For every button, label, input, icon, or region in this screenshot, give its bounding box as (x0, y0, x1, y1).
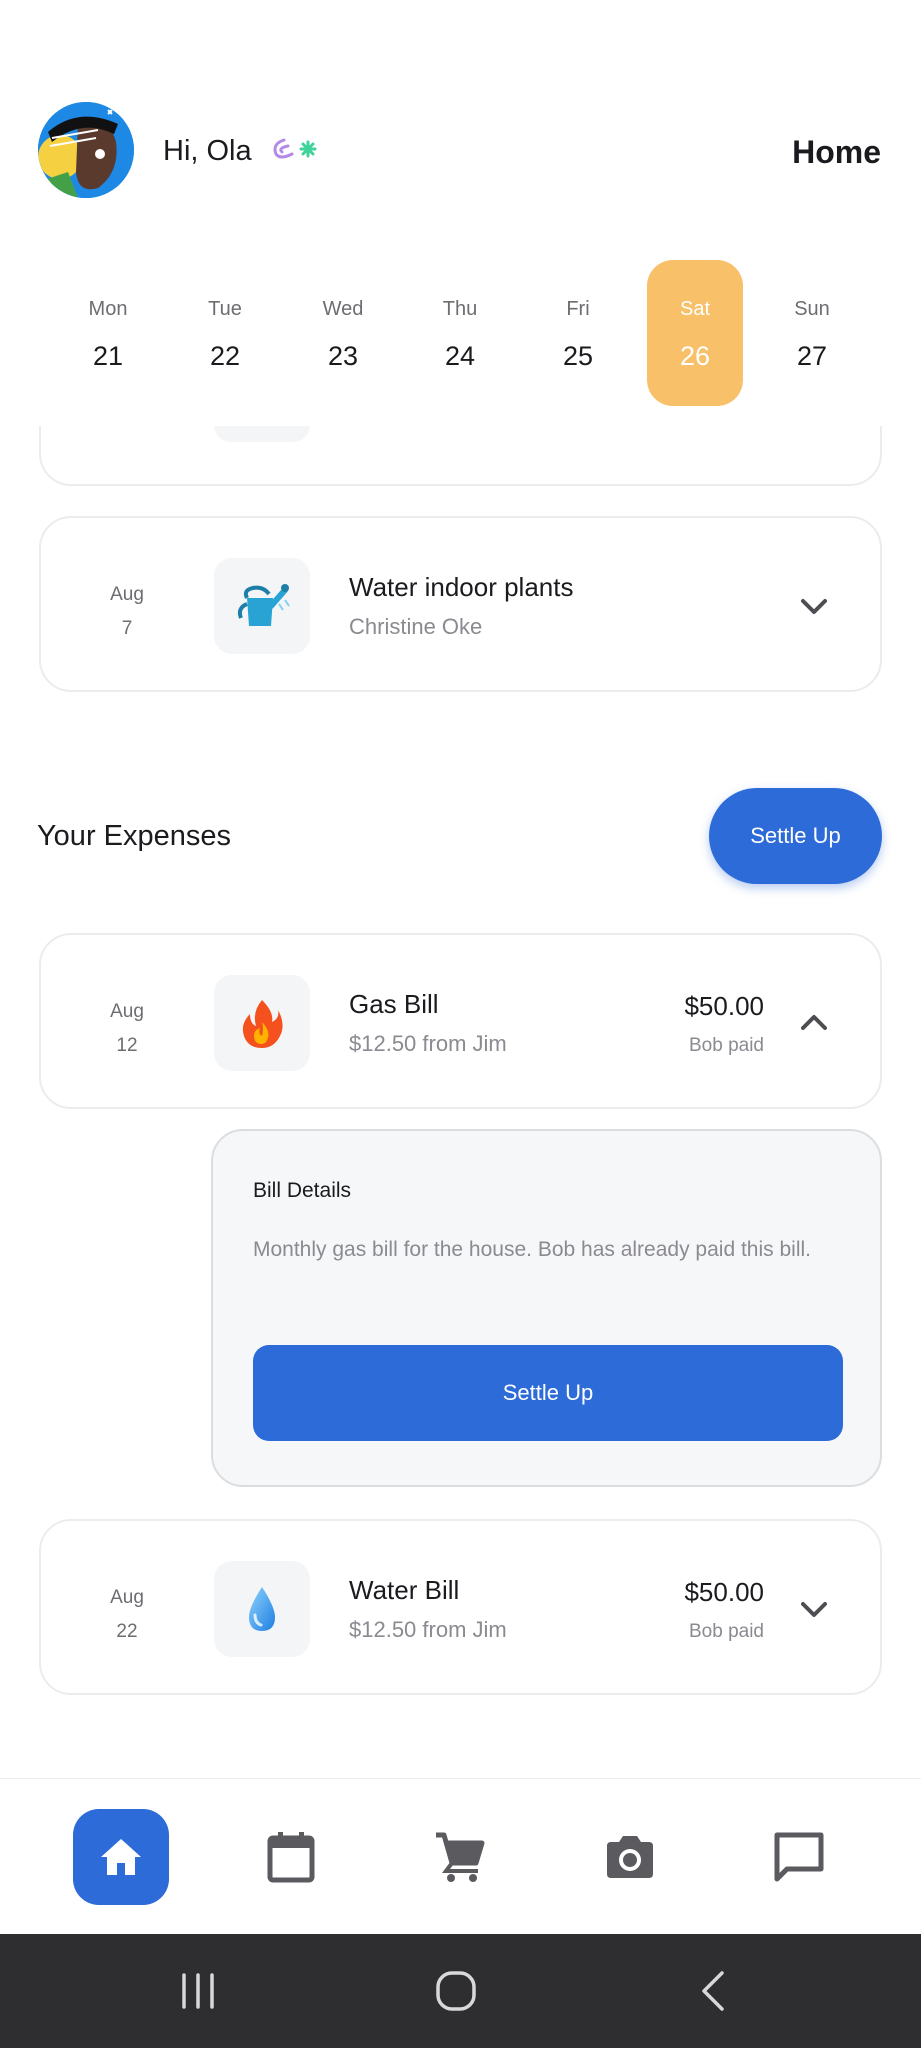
chore-card-partial[interactable] (39, 426, 882, 486)
day-wed[interactable]: Wed 23 (295, 260, 391, 406)
expense-title: Water Bill (349, 1575, 460, 1605)
day-mon[interactable]: Mon 21 (60, 260, 156, 406)
expense-day: 22 (116, 1621, 138, 1642)
home-circle-icon (436, 1971, 476, 2011)
day-name: Wed (322, 298, 364, 320)
chore-date: Aug 7 (97, 578, 157, 646)
camera-icon (607, 1836, 653, 1878)
day-name: Thu (442, 298, 478, 320)
chore-month: Aug (110, 584, 144, 605)
day-number: 26 (679, 341, 711, 371)
scroll-content[interactable]: Aug 7 Water indoor plants Christine Oke … (0, 426, 921, 1778)
page-title: Home (792, 134, 881, 170)
back-icon (702, 1971, 724, 2011)
week-day-selector: Mon 21 Tue 22 Wed 23 Thu 24 Fri 25 Sat 2… (0, 260, 921, 410)
nav-home[interactable] (73, 1809, 169, 1905)
day-name: Tue (208, 298, 242, 320)
day-name: Mon (88, 298, 128, 320)
expense-card-water[interactable]: Aug 22 Water Bill $12.50 from Jim $50.00… (39, 1519, 882, 1695)
day-number: 21 (92, 341, 124, 371)
expenses-section-title: Your Expenses (37, 820, 232, 852)
cart-icon (436, 1832, 485, 1882)
chore-assignee: Christine Oke (349, 614, 483, 639)
app-header: Hi, Ola Home (0, 0, 921, 250)
chore-card[interactable]: Aug 7 Water indoor plants Christine Oke (39, 516, 882, 692)
home-icon (101, 1839, 141, 1875)
chevron-down-icon[interactable] (796, 1591, 832, 1627)
expense-month: Aug (110, 1001, 144, 1022)
day-sun[interactable]: Sun 27 (764, 260, 860, 406)
bill-details-panel: Bill Details Monthly gas bill for the ho… (211, 1129, 882, 1487)
expense-title: Gas Bill (349, 989, 439, 1019)
recent-apps-icon (182, 1973, 214, 2009)
chore-title: Water indoor plants (349, 572, 574, 602)
recent-apps-button[interactable] (168, 1964, 228, 2018)
bill-settle-up-button[interactable]: Settle Up (253, 1345, 843, 1441)
system-navigation-bar (0, 1934, 921, 2048)
expense-month: Aug (110, 1587, 144, 1608)
nav-messages[interactable] (751, 1809, 847, 1905)
expense-card-gas[interactable]: Aug 12 Gas Bill $12.50 from Jim $50.00 B… (39, 933, 882, 1109)
day-number: 22 (209, 341, 241, 371)
home-system-button[interactable] (426, 1964, 486, 2018)
expense-date: Aug 22 (97, 1581, 157, 1649)
day-name: Fri (566, 298, 590, 320)
expense-icon-box (214, 975, 310, 1071)
user-avatar[interactable] (38, 102, 134, 198)
chevron-up-icon[interactable] (796, 1005, 832, 1041)
bottom-navigation (0, 1778, 921, 1934)
expense-payer: Bob paid (688, 1035, 764, 1056)
expense-share: $12.50 from Jim (349, 1031, 507, 1056)
expense-icon-box (214, 1561, 310, 1657)
user-avatar-icon (38, 102, 134, 198)
chore-day: 7 (121, 618, 133, 639)
chore-icon-box (214, 558, 310, 654)
day-number: 25 (562, 341, 594, 371)
expense-amount: $50.00 (684, 991, 764, 1021)
back-button[interactable] (684, 1964, 744, 2018)
nav-camera[interactable] (582, 1809, 678, 1905)
settle-up-button[interactable]: Settle Up (709, 788, 882, 884)
expense-date: Aug 12 (97, 995, 157, 1063)
day-name: Sun (794, 298, 830, 320)
water-drop-icon (249, 1587, 275, 1631)
nav-shopping[interactable] (412, 1809, 508, 1905)
chevron-down-icon[interactable] (796, 588, 832, 624)
watering-can-icon (237, 584, 290, 626)
day-sat-selected[interactable]: Sat 26 (647, 260, 743, 406)
calendar-icon (267, 1832, 315, 1883)
bill-details-text: Monthly gas bill for the house. Bob has … (253, 1238, 811, 1261)
day-number: 23 (327, 341, 359, 371)
day-number: 24 (444, 341, 476, 371)
sparkle-decoration-icon (273, 138, 317, 159)
day-thu[interactable]: Thu 24 (412, 260, 508, 406)
expense-day: 12 (116, 1035, 138, 1056)
greeting-text: Hi, Ola (163, 135, 252, 167)
day-number: 27 (796, 341, 828, 371)
bill-details-heading: Bill Details (253, 1179, 352, 1202)
expense-payer: Bob paid (688, 1621, 764, 1642)
day-name: Sat (679, 298, 711, 320)
day-tue[interactable]: Tue 22 (177, 260, 273, 406)
expense-share: $12.50 from Jim (349, 1617, 507, 1642)
fire-icon (242, 1000, 283, 1048)
chore-icon-box (214, 426, 310, 442)
chat-icon (774, 1832, 824, 1882)
day-fri[interactable]: Fri 25 (530, 260, 626, 406)
expense-amount: $50.00 (684, 1577, 764, 1607)
nav-calendar[interactable] (243, 1809, 339, 1905)
